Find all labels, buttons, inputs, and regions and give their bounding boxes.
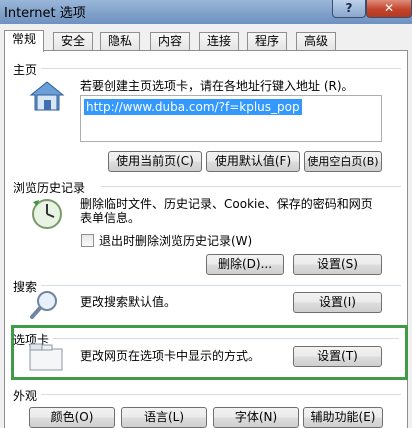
title-bar: Internet 选项 ? ✕ [0, 0, 412, 24]
tabs-description: 更改网页在选项卡中显示的方式。 [80, 349, 261, 363]
colors-button[interactable]: 颜色(O) [29, 407, 115, 428]
history-group-title: 浏览历史记录 [13, 181, 86, 195]
divider [53, 338, 399, 339]
history-description-line2: 表单信息。 [80, 211, 141, 225]
history-description-line1: 删除临时文件、历史记录、Cookie、保存的密码和网页 [80, 197, 373, 211]
homepage-description: 若要创建主页选项卡，请在各地址行键入地址 (R)。 [80, 79, 354, 93]
accessibility-button[interactable]: 辅助功能(E) [303, 407, 383, 428]
tab-connections[interactable]: 连接 [199, 32, 240, 51]
languages-button[interactable]: 语言(L) [121, 407, 207, 428]
tabs-icon [29, 343, 63, 371]
tab-content[interactable]: 内容 [150, 32, 191, 51]
delete-history-button[interactable]: 删除(D)... [206, 254, 284, 275]
fonts-button[interactable]: 字体(N) [213, 407, 299, 428]
divider [41, 285, 401, 286]
magnifier-icon [30, 291, 57, 319]
delete-history-on-exit-checkbox[interactable] [81, 234, 94, 247]
homepage-url-value: http://www.duba.com/?f=kplus_pop [84, 99, 302, 115]
divider [41, 394, 401, 395]
history-settings-button[interactable]: 设置(S) [293, 254, 382, 275]
general-tab-panel: 主页 若要创建主页选项卡，请在各地址行键入地址 (R)。 http://www.… [4, 50, 408, 428]
history-clock-icon [32, 199, 62, 229]
search-description: 更改搜索默认值。 [80, 295, 177, 309]
use-default-button[interactable]: 使用默认值(F) [206, 151, 300, 172]
help-button[interactable]: ? [332, 0, 366, 18]
window-title: Internet 选项 [4, 6, 86, 21]
use-blank-button[interactable]: 使用空白页(B) [304, 151, 382, 172]
delete-history-on-exit-label: 退出时删除浏览历史记录(W) [99, 234, 253, 248]
tab-general[interactable]: 常规 [4, 30, 45, 52]
use-current-button[interactable]: 使用当前页(C) [108, 151, 202, 172]
close-button[interactable]: ✕ [366, 0, 412, 18]
tab-programs[interactable]: 程序 [247, 32, 288, 51]
home-icon [29, 81, 65, 111]
tab-privacy[interactable]: 隐私 [100, 32, 141, 51]
tab-advanced[interactable]: 高级 [296, 32, 337, 51]
divider [101, 186, 401, 187]
tab-security[interactable]: 安全 [53, 32, 94, 51]
appearance-group-title: 外观 [13, 389, 38, 403]
search-settings-button[interactable]: 设置(I) [293, 292, 382, 313]
homepage-group-title: 主页 [13, 63, 38, 77]
tab-strip: 常规 安全 隐私 内容 连接 程序 高级 [0, 30, 412, 52]
tabs-settings-button[interactable]: 设置(T) [293, 346, 382, 367]
divider [41, 68, 401, 69]
homepage-url-textarea[interactable]: http://www.duba.com/?f=kplus_pop [80, 95, 382, 142]
